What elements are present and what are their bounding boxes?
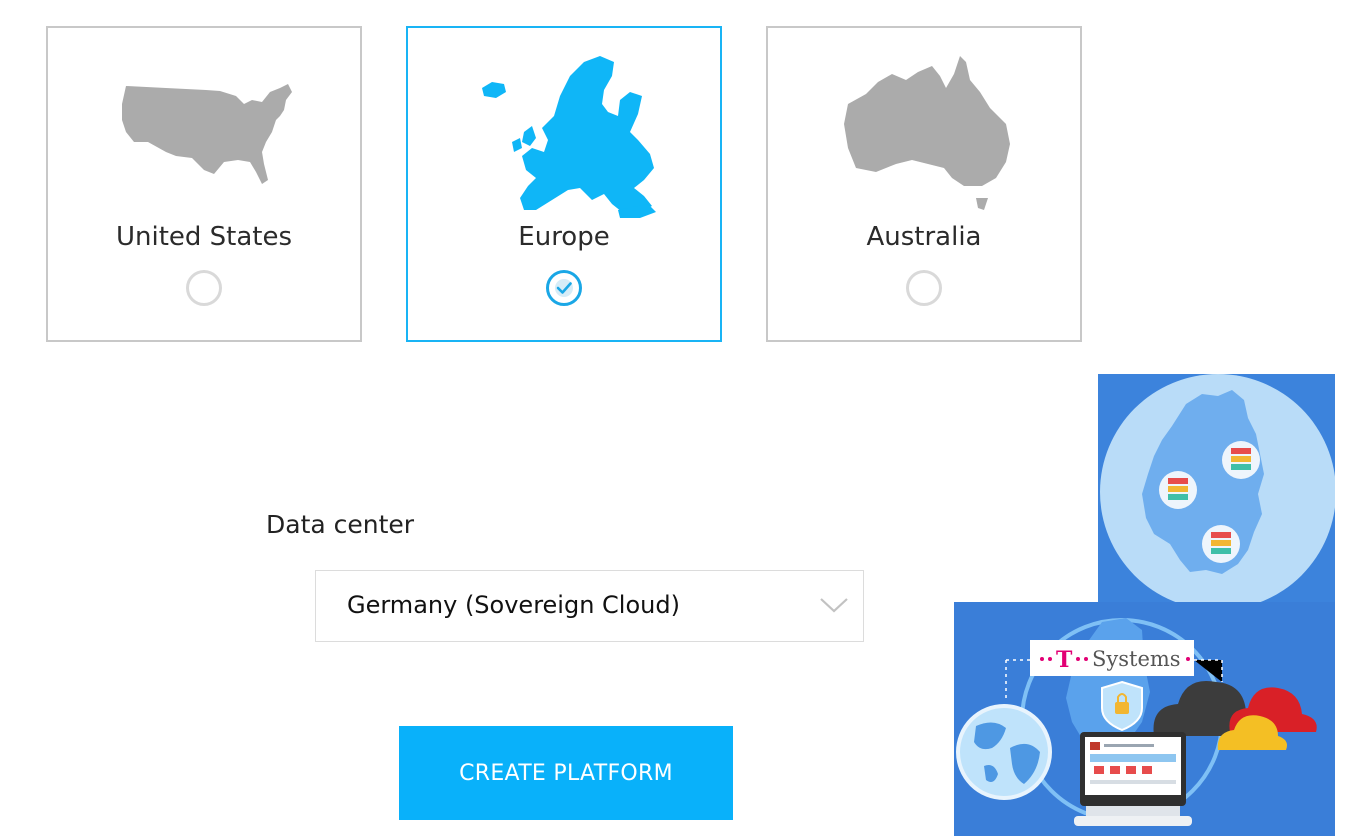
- data-center-label: Data center: [266, 510, 415, 539]
- region-card-united-states[interactable]: United States: [46, 26, 362, 342]
- chevron-down-icon: [820, 598, 848, 613]
- europe-map-icon: [482, 56, 656, 218]
- shield-lock-icon: [1101, 680, 1143, 732]
- germany-datacenter-illustration: [1098, 374, 1335, 604]
- globe-icon: [956, 704, 1052, 800]
- svg-text:Systems: Systems: [1092, 647, 1181, 671]
- server-icon: [1202, 525, 1240, 563]
- svg-text:T: T: [1056, 647, 1073, 673]
- region-radio[interactable]: [906, 270, 942, 306]
- data-center-selected-value: Germany (Sovereign Cloud): [347, 591, 680, 619]
- region-radio-checked[interactable]: [546, 270, 582, 306]
- region-card-australia[interactable]: Australia: [766, 26, 1082, 342]
- region-name: Australia: [866, 222, 982, 252]
- region-radio[interactable]: [186, 270, 222, 306]
- region-name: United States: [115, 222, 293, 252]
- create-platform-button[interactable]: CREATE PLATFORM: [399, 726, 733, 820]
- region-card-europe[interactable]: Europe: [406, 26, 722, 342]
- australia-map-icon: [844, 56, 1010, 210]
- server-icon: [1159, 471, 1197, 509]
- check-icon: [555, 279, 573, 297]
- page: United States Europe Australia Data cent…: [0, 0, 1371, 836]
- data-center-select[interactable]: Germany (Sovereign Cloud): [315, 570, 864, 642]
- us-map-icon: [122, 84, 292, 184]
- server-icon: [1222, 441, 1260, 479]
- region-name: Europe: [518, 222, 610, 252]
- monitor-icon: [1074, 732, 1192, 826]
- t-systems-cloud-illustration: T Systems: [954, 602, 1335, 836]
